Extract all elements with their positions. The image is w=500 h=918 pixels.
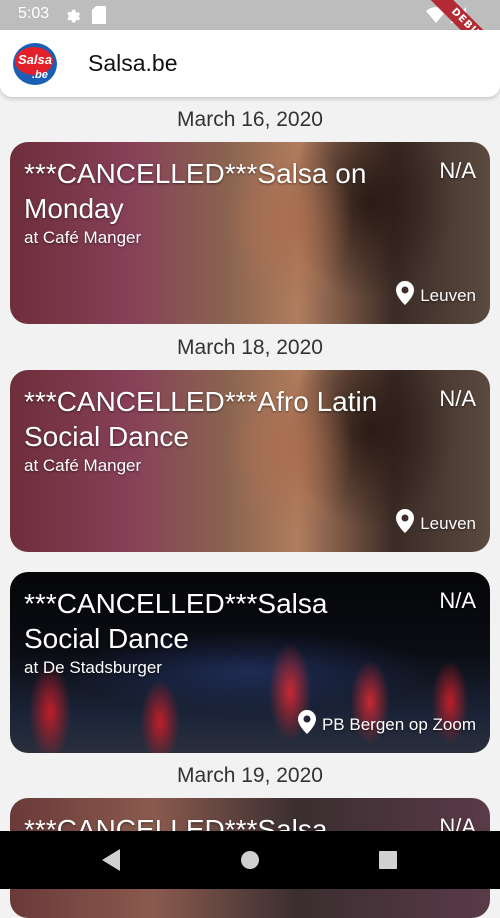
event-venue: at Café Manger <box>24 228 142 247</box>
date-header: March 18, 2020 <box>177 336 323 359</box>
event-card[interactable]: ***CANCELLED***Salsa on Monday N/A at Ca… <box>10 142 490 324</box>
date-header: March 16, 2020 <box>177 108 323 131</box>
event-venue: at Café Manger <box>24 456 142 475</box>
event-price: N/A <box>439 158 476 183</box>
event-card[interactable]: ***CANCELLED***Salsa Social Dance N/A at… <box>10 572 490 753</box>
event-location: Leuven <box>396 509 476 538</box>
event-location-label: Leuven <box>420 285 476 305</box>
location-pin-icon <box>297 710 316 739</box>
app-title: Salsa.be <box>88 50 178 76</box>
event-title: ***CANCELLED***Afro Latin Social Dance <box>24 386 378 452</box>
event-title: ***CANCELLED***Salsa Social Dance <box>24 588 328 654</box>
status-time: 5:03 <box>18 5 50 22</box>
home-icon[interactable] <box>241 851 259 874</box>
event-venue: at De Stadsburger <box>24 658 162 677</box>
back-icon[interactable] <box>102 849 122 876</box>
date-header: March 19, 2020 <box>177 764 323 787</box>
event-card[interactable]: ***CANCELLED***Afro Latin Social Dance N… <box>10 370 490 552</box>
sd-card-icon <box>92 6 106 29</box>
event-price: N/A <box>439 386 476 411</box>
event-title: ***CANCELLED***Salsa on Monday <box>24 158 367 224</box>
logo-text-top: Salsa <box>18 52 52 67</box>
system-nav-bar <box>0 831 500 889</box>
location-pin-icon <box>396 281 415 310</box>
gear-icon <box>63 6 81 29</box>
location-pin-icon <box>396 509 415 538</box>
event-price: N/A <box>439 588 476 613</box>
recents-icon[interactable] <box>379 851 397 874</box>
salsa-logo: Salsa .be <box>12 42 58 86</box>
event-location-label: PB Bergen op Zoom <box>321 714 476 734</box>
event-location: PB Bergen op Zoom <box>297 710 476 739</box>
logo-text-bottom: .be <box>32 69 48 81</box>
event-location-label: Leuven <box>420 513 476 533</box>
status-bar: 5:03 DEBUG <box>0 0 500 75</box>
event-location: Leuven <box>396 281 476 310</box>
app-bar: Salsa .be Salsa.be <box>0 30 500 97</box>
